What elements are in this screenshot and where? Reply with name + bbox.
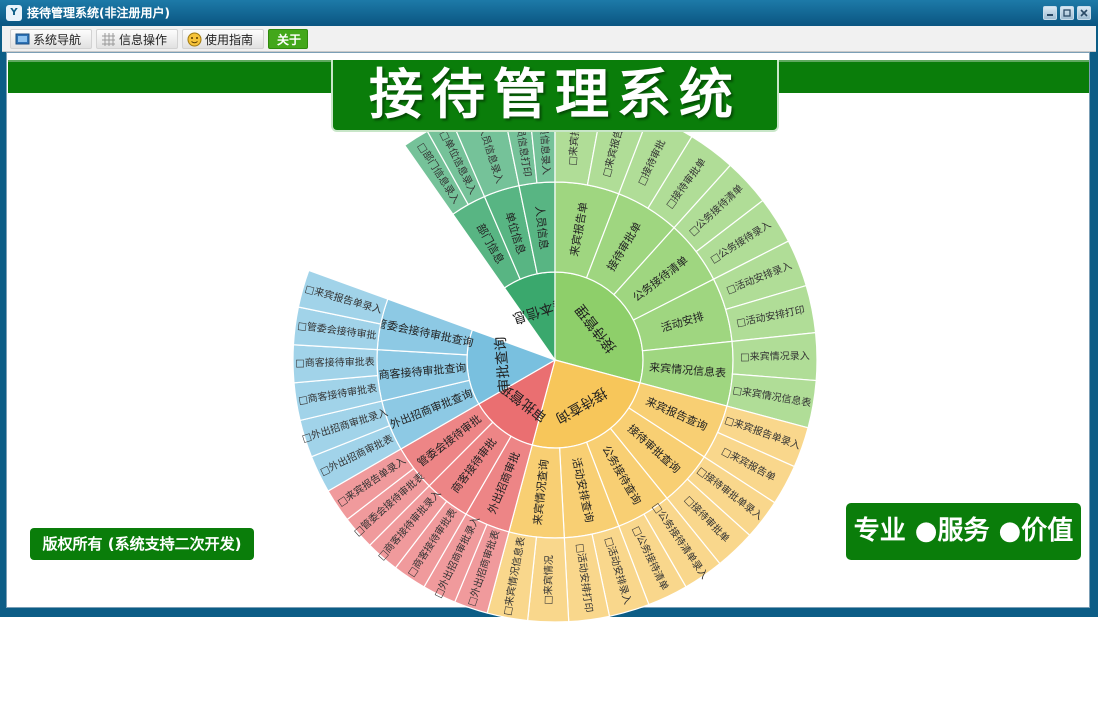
- sunburst-leaf-label: □来宾情况录入: [740, 349, 810, 363]
- copyright-badge: 版权所有 (系统支持二次开发): [30, 528, 254, 560]
- sunburst-leaf-label: □来宾情况: [541, 555, 555, 605]
- page-title: 接待管理系统: [331, 60, 779, 132]
- sunburst-leaf-label: □商客接待审批表: [295, 355, 375, 369]
- slogan-badge: 专业 ●服务 ●价值: [846, 503, 1081, 560]
